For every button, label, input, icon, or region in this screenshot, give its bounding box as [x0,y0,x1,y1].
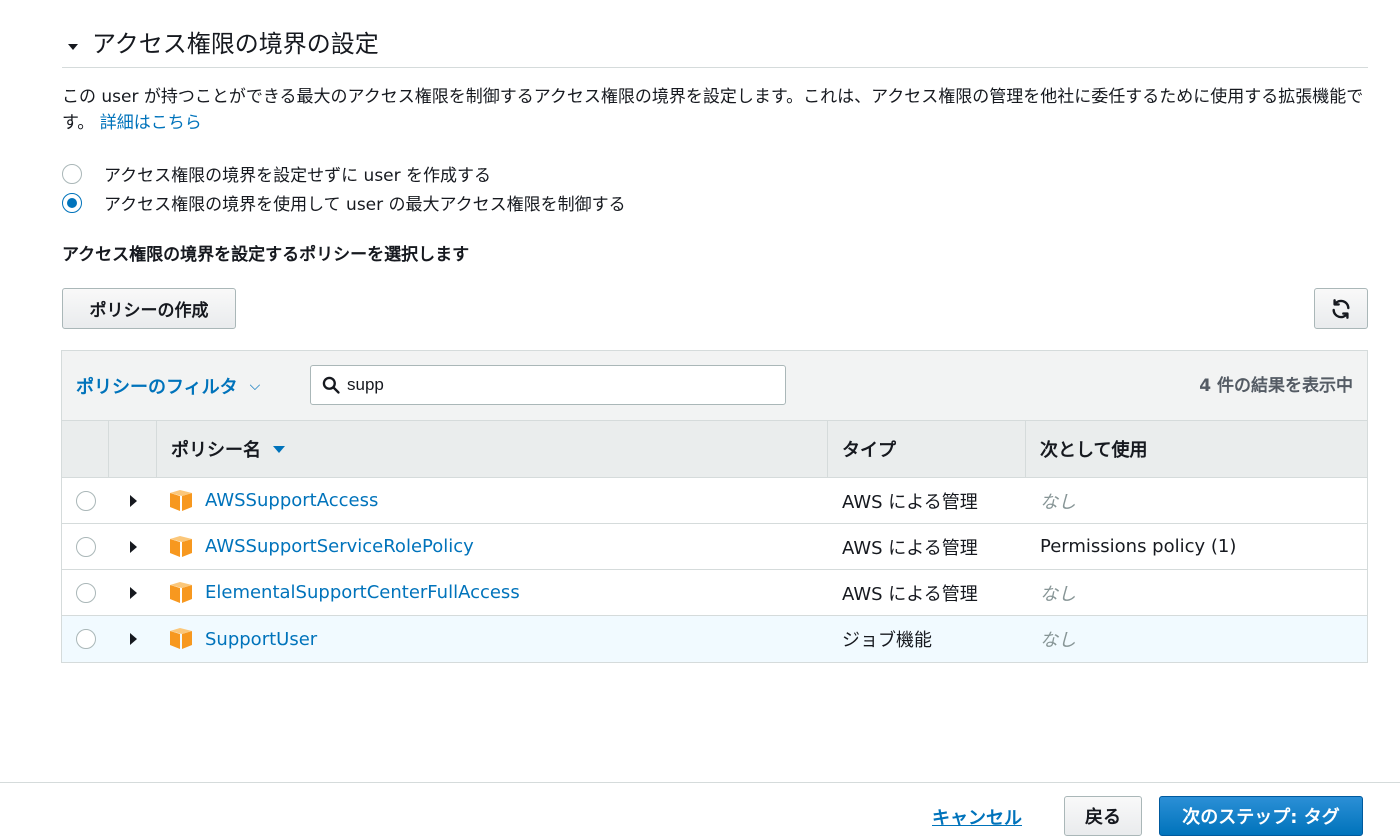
create-policy-button[interactable]: ポリシーの作成 [62,288,236,329]
table-row[interactable]: AWSSupportServiceRolePolicy AWS による管理 Pe… [62,524,1367,570]
option-no-boundary-label: アクセス権限の境界を設定せずに user を作成する [104,166,492,186]
description: この user が持つことができる最大のアクセス権限を制御するアクセス権限の境界… [62,84,1368,136]
policy-used-as: なし [1040,491,1076,513]
row-select-radio[interactable] [75,582,96,603]
policy-type: AWS による管理 [842,583,978,605]
section-title: アクセス権限の境界の設定 [92,30,379,58]
policy-name-link[interactable]: SupportUser [205,629,317,650]
header-policy-name[interactable]: ポリシー名 [157,421,828,477]
chevron-down-icon: ⌵ [249,378,261,394]
policy-used-as: なし [1040,583,1076,605]
refresh-icon [1332,298,1350,319]
description-text: この user が持つことができる最大のアクセス権限を制御するアクセス権限の境界… [62,87,1364,133]
header-used-as-label: 次として使用 [1040,440,1148,461]
header-used-as[interactable]: 次として使用 [1026,421,1367,477]
policy-used-as: Permissions policy (1) [1040,536,1237,557]
policy-table: ポリシーのフィルタ ⌵ 4 件の結果を表示中 ポリシー名 タイプ 次として使用 [61,350,1368,663]
header-type-label: タイプ [842,440,896,461]
refresh-button[interactable] [1314,288,1368,329]
policy-used-as: なし [1040,630,1076,651]
policy-type: AWS による管理 [842,491,978,513]
table-toolbar: ポリシーのフィルタ ⌵ 4 件の結果を表示中 [62,351,1367,421]
expand-row-icon[interactable] [129,633,137,645]
option-no-boundary[interactable]: アクセス権限の境界を設定せずに user を作成する [62,161,491,186]
wizard-footer: キャンセル 戻る 次のステップ: タグ [0,782,1400,840]
table-row[interactable]: SupportUser ジョブ機能 なし [62,616,1367,662]
search-icon [322,376,340,394]
policy-box-icon [170,489,192,511]
policy-box-icon [170,628,192,649]
header-expand-column [109,421,157,477]
option-use-boundary-label: アクセス権限の境界を使用して user の最大アクセス権限を制御する [104,195,626,215]
header-select-column [62,421,109,477]
result-count: 4 件の結果を表示中 [1199,376,1353,396]
radio-use-boundary[interactable] [62,192,82,213]
expand-row-icon[interactable] [129,540,137,553]
section-header[interactable]: アクセス権限の境界の設定 [62,26,1368,68]
table-body: AWSSupportAccess AWS による管理 なし AWSSupport… [62,478,1367,662]
sort-descending-icon[interactable] [273,445,285,453]
policy-type: ジョブ機能 [842,630,932,651]
header-policy-name-label: ポリシー名 [171,440,261,461]
option-use-boundary[interactable]: アクセス権限の境界を使用して user の最大アクセス権限を制御する [62,190,626,215]
collapse-caret-icon[interactable] [68,44,78,50]
policy-type: AWS による管理 [842,537,978,559]
cancel-button[interactable]: キャンセル [932,804,1022,830]
table-header: ポリシー名 タイプ 次として使用 [62,421,1367,478]
policy-name-link[interactable]: ElementalSupportCenterFullAccess [205,582,520,603]
policy-name-link[interactable]: AWSSupportServiceRolePolicy [205,536,474,557]
expand-row-icon[interactable] [129,586,137,599]
policy-box-icon [170,535,192,557]
header-type[interactable]: タイプ [828,421,1026,477]
policy-name-link[interactable]: AWSSupportAccess [205,490,378,511]
row-select-radio[interactable] [75,490,96,511]
policy-select-heading: アクセス権限の境界を設定するポリシーを選択します [62,245,470,265]
search-box[interactable] [310,365,786,405]
table-row[interactable]: AWSSupportAccess AWS による管理 なし [62,478,1367,524]
search-input[interactable] [347,375,747,395]
next-step-button[interactable]: 次のステップ: タグ [1159,796,1363,836]
expand-row-icon[interactable] [129,494,137,507]
learn-more-link[interactable]: 詳細はこちら [100,113,202,133]
radio-no-boundary[interactable] [62,163,82,184]
row-select-radio[interactable] [75,536,96,557]
back-button[interactable]: 戻る [1064,796,1142,836]
policy-filter-dropdown[interactable]: ポリシーのフィルタ ⌵ [76,373,260,399]
row-select-radio[interactable] [75,629,96,649]
policy-filter-label: ポリシーのフィルタ [76,377,238,398]
policy-box-icon [170,581,192,603]
table-row[interactable]: ElementalSupportCenterFullAccess AWS による… [62,570,1367,616]
